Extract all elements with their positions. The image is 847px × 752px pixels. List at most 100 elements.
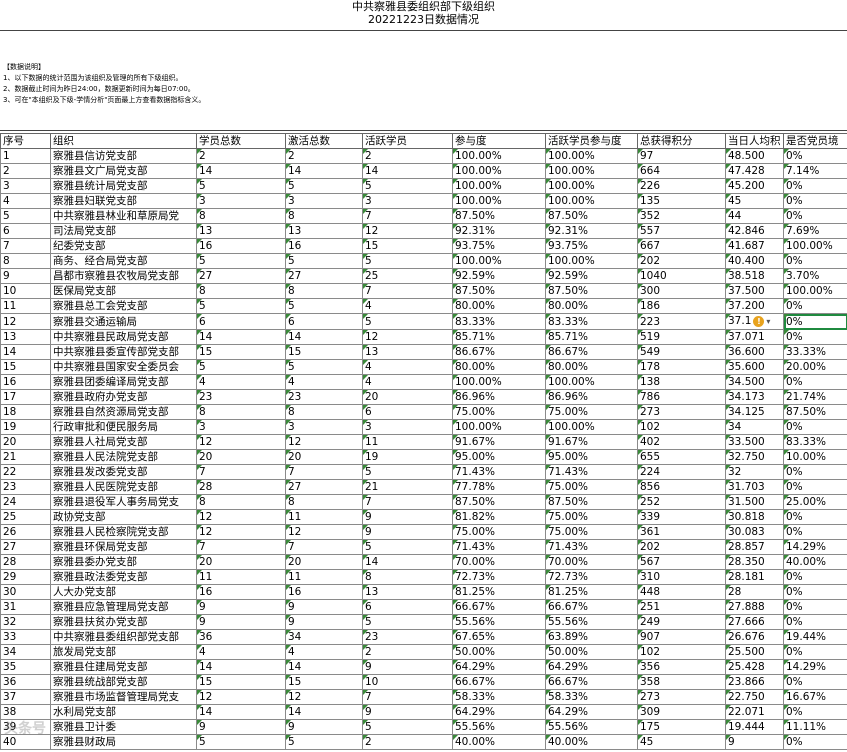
cell-daily-avg[interactable]: 37.200 [725, 298, 784, 314]
cell-participation[interactable]: 87.50% [452, 283, 546, 299]
cell-active[interactable]: 11 [362, 434, 453, 450]
cell-party-member[interactable]: 0% [783, 704, 847, 720]
cell-active[interactable]: 9 [362, 659, 453, 675]
cell-points[interactable]: 202 [637, 539, 726, 555]
cell-members[interactable]: 4 [196, 374, 286, 390]
cell-daily-avg[interactable]: 28.350 [725, 554, 784, 570]
cell-org[interactable]: 人大办党支部 [50, 584, 197, 600]
cell-active-participation[interactable]: 86.67% [545, 344, 638, 360]
cell-index[interactable]: 16 [0, 374, 51, 390]
cell-participation[interactable]: 100.00% [452, 419, 546, 435]
cell-participation[interactable]: 70.00% [452, 554, 546, 570]
cell-activated[interactable]: 16 [285, 584, 363, 600]
cell-org[interactable]: 察雅县住建局党支部 [50, 659, 197, 675]
cell-participation[interactable]: 100.00% [452, 178, 546, 194]
cell-index[interactable]: 9 [0, 268, 51, 284]
cell-members[interactable]: 12 [196, 434, 286, 450]
cell-active-participation[interactable]: 40.00% [545, 734, 638, 750]
cell-members[interactable]: 8 [196, 283, 286, 299]
cell-activated[interactable]: 20 [285, 554, 363, 570]
cell-org[interactable]: 察雅县人民法院党支部 [50, 449, 197, 465]
cell-org[interactable]: 察雅县团委编译局党支部 [50, 374, 197, 390]
cell-participation[interactable]: 75.00% [452, 524, 546, 540]
cell-participation[interactable]: 91.67% [452, 434, 546, 450]
cell-active-participation[interactable]: 64.29% [545, 659, 638, 675]
cell-party-member[interactable]: 10.00% [783, 449, 847, 465]
cell-party-member[interactable]: 14.29% [783, 659, 847, 675]
cell-active[interactable]: 5 [362, 313, 453, 330]
cell-points[interactable]: 178 [637, 359, 726, 375]
cell-party-member[interactable]: 0% [783, 674, 847, 690]
cell-daily-avg[interactable]: 42.846 [725, 223, 784, 239]
cell-daily-avg[interactable]: 25.500 [725, 644, 784, 660]
cell-index[interactable]: 7 [0, 238, 51, 254]
cell-points[interactable]: 252 [637, 494, 726, 510]
cell-activated[interactable]: 8 [285, 404, 363, 420]
cell-index[interactable]: 24 [0, 494, 51, 510]
cell-active[interactable]: 23 [362, 629, 453, 645]
cell-party-member[interactable]: 0% [783, 253, 847, 269]
cell-members[interactable]: 12 [196, 689, 286, 705]
cell-active-participation[interactable]: 87.50% [545, 208, 638, 224]
cell-daily-avg[interactable]: 30.083 [725, 524, 784, 540]
cell-members[interactable]: 20 [196, 449, 286, 465]
cell-points[interactable]: 356 [637, 659, 726, 675]
cell-active[interactable]: 9 [362, 524, 453, 540]
cell-daily-avg[interactable]: 9 [725, 734, 784, 750]
cell-activated[interactable]: 5 [285, 734, 363, 750]
cell-members[interactable]: 5 [196, 734, 286, 750]
cell-index[interactable]: 33 [0, 629, 51, 645]
cell-party-member[interactable]: 7.69% [783, 223, 847, 239]
cell-points[interactable]: 273 [637, 689, 726, 705]
cell-party-member[interactable]: 0% [783, 313, 847, 330]
cell-index[interactable]: 10 [0, 283, 51, 299]
cell-org[interactable]: 察雅县委办党支部 [50, 554, 197, 570]
cell-index[interactable]: 3 [0, 178, 51, 194]
cell-active-participation[interactable]: 70.00% [545, 554, 638, 570]
cell-points[interactable]: 249 [637, 614, 726, 630]
header-cell-active[interactable]: 活跃学员 [362, 133, 453, 149]
cell-activated[interactable]: 7 [285, 539, 363, 555]
cell-activated[interactable]: 5 [285, 253, 363, 269]
cell-points[interactable]: 1040 [637, 268, 726, 284]
cell-members[interactable]: 8 [196, 494, 286, 510]
cell-index[interactable]: 6 [0, 223, 51, 239]
cell-participation[interactable]: 58.33% [452, 689, 546, 705]
cell-active-participation[interactable]: 100.00% [545, 253, 638, 269]
cell-members[interactable]: 14 [196, 163, 286, 179]
cell-active-participation[interactable]: 92.59% [545, 268, 638, 284]
cell-active[interactable]: 19 [362, 449, 453, 465]
cell-daily-avg[interactable]: 41.687 [725, 238, 784, 254]
cell-active[interactable]: 2 [362, 644, 453, 660]
cell-index[interactable]: 26 [0, 524, 51, 540]
cell-org[interactable]: 旅发局党支部 [50, 644, 197, 660]
cell-org[interactable]: 中共察雅县民政局党支部 [50, 329, 197, 345]
cell-daily-avg[interactable]: 34.500 [725, 374, 784, 390]
cell-points[interactable]: 448 [637, 584, 726, 600]
cell-members[interactable]: 12 [196, 524, 286, 540]
cell-daily-avg[interactable]: 28 [725, 584, 784, 600]
cell-points[interactable]: 557 [637, 223, 726, 239]
cell-party-member[interactable]: 20.00% [783, 359, 847, 375]
chevron-down-icon[interactable]: ▾ [766, 317, 770, 326]
cell-org[interactable]: 察雅县环保局党支部 [50, 539, 197, 555]
cell-participation[interactable]: 86.67% [452, 344, 546, 360]
cell-daily-avg[interactable]: 45.200 [725, 178, 784, 194]
cell-participation[interactable]: 93.75% [452, 238, 546, 254]
cell-members[interactable]: 36 [196, 629, 286, 645]
cell-party-member[interactable]: 0% [783, 614, 847, 630]
cell-points[interactable]: 102 [637, 419, 726, 435]
cell-participation[interactable]: 87.50% [452, 494, 546, 510]
cell-party-member[interactable]: 0% [783, 479, 847, 495]
cell-activated[interactable]: 5 [285, 359, 363, 375]
cell-participation[interactable]: 100.00% [452, 374, 546, 390]
header-cell-participation[interactable]: 参与度 [452, 133, 546, 149]
cell-members[interactable]: 3 [196, 419, 286, 435]
cell-participation[interactable]: 77.78% [452, 479, 546, 495]
cell-index[interactable]: 23 [0, 479, 51, 495]
cell-points[interactable]: 202 [637, 253, 726, 269]
cell-points[interactable]: 226 [637, 178, 726, 194]
cell-active-participation[interactable]: 85.71% [545, 329, 638, 345]
cell-participation[interactable]: 100.00% [452, 148, 546, 164]
cell-org[interactable]: 察雅县信访党支部 [50, 148, 197, 164]
